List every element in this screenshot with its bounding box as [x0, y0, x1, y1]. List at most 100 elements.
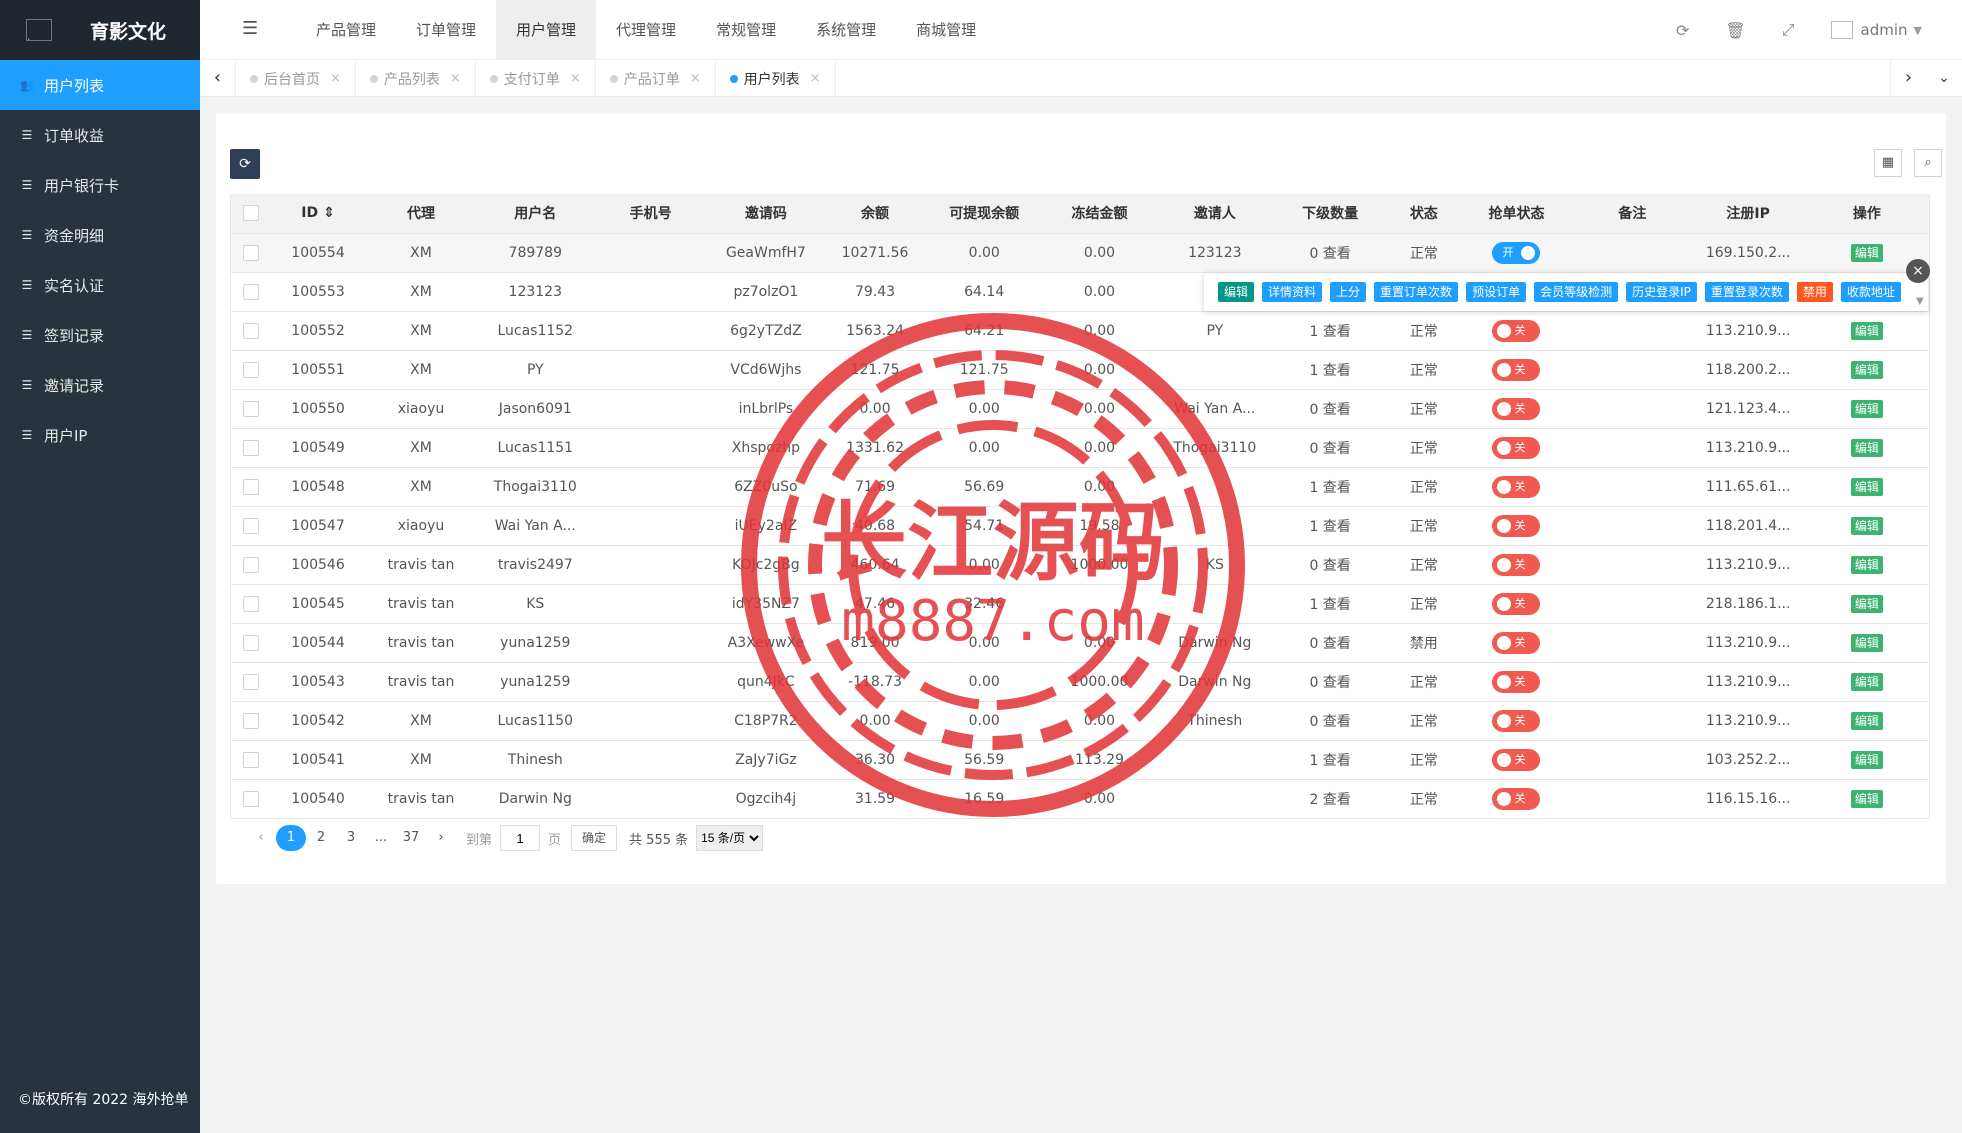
grab-toggle[interactable]: 关 — [1492, 709, 1541, 732]
edit-button[interactable]: 编辑 — [1850, 399, 1883, 418]
edit-button[interactable]: 编辑 — [1850, 555, 1883, 574]
prev-page-icon[interactable]: ‹ — [246, 825, 276, 851]
grab-toggle[interactable]: 关 — [1492, 514, 1541, 537]
popover-action-button[interactable]: 预设订单 — [1466, 282, 1527, 302]
page-number[interactable]: 1 — [276, 825, 306, 851]
top-nav-item-6[interactable]: 商城管理 — [896, 0, 996, 60]
sidebar-item-5[interactable]: ☰ 签到记录 — [0, 310, 200, 360]
sort-icon[interactable]: ⇕ — [318, 205, 335, 221]
admin-username[interactable]: admin — [1861, 21, 1908, 39]
row-checkbox[interactable] — [243, 751, 260, 768]
edit-button[interactable]: 编辑 — [1850, 789, 1883, 808]
page-number[interactable]: 37 — [396, 825, 426, 851]
cell-value[interactable]: 1 查看 — [1309, 519, 1350, 535]
popover-action-button[interactable]: 重置登录次数 — [1704, 282, 1789, 302]
cell-value[interactable]: 0 查看 — [1309, 675, 1350, 691]
columns-filter-icon[interactable]: ▦ — [1874, 149, 1902, 177]
cell-value[interactable]: 1 查看 — [1309, 480, 1350, 496]
cell-value[interactable]: 0 查看 — [1309, 558, 1350, 574]
grab-toggle[interactable]: 关 — [1492, 592, 1541, 615]
tab-2[interactable]: 支付订单 × — [476, 60, 596, 97]
cell-value[interactable]: 1 查看 — [1309, 324, 1350, 340]
table-refresh-button[interactable]: ⟳ — [230, 149, 260, 179]
row-checkbox[interactable] — [243, 712, 260, 729]
row-checkbox[interactable] — [243, 400, 260, 417]
popover-action-button[interactable]: 重置订单次数 — [1374, 282, 1459, 302]
tabs-prev-icon[interactable]: ‹ — [200, 60, 236, 96]
popover-action-button[interactable]: 编辑 — [1218, 282, 1255, 302]
close-tab-icon[interactable]: × — [330, 71, 341, 86]
grab-toggle[interactable]: 关 — [1492, 397, 1541, 420]
tabs-next-icon[interactable]: › — [1890, 60, 1926, 96]
row-checkbox[interactable] — [243, 517, 260, 534]
row-checkbox[interactable] — [243, 595, 260, 612]
grab-toggle[interactable]: 关 — [1492, 670, 1541, 693]
grab-toggle[interactable]: 关 — [1492, 787, 1541, 810]
next-page-icon[interactable]: › — [426, 825, 456, 851]
tab-0[interactable]: 后台首页 × — [236, 60, 356, 97]
row-checkbox[interactable] — [243, 361, 260, 378]
row-checkbox[interactable] — [243, 283, 260, 300]
close-tab-icon[interactable]: × — [570, 71, 581, 86]
edit-button[interactable]: 编辑 — [1850, 243, 1883, 262]
grab-toggle[interactable]: 关 — [1492, 631, 1541, 654]
cell-value[interactable]: 1 查看 — [1309, 753, 1350, 769]
cell-value[interactable]: 0 查看 — [1309, 441, 1350, 457]
trash-icon[interactable]: 🗑 — [1725, 21, 1745, 40]
sidebar-item-0[interactable]: 👥 用户列表 — [0, 60, 200, 110]
edit-button[interactable]: 编辑 — [1850, 594, 1883, 613]
row-checkbox[interactable] — [243, 244, 260, 261]
popover-action-button[interactable]: 上分 — [1330, 282, 1367, 302]
edit-button[interactable]: 编辑 — [1850, 360, 1883, 379]
row-checkbox[interactable] — [243, 439, 260, 456]
chevron-down-icon[interactable]: ▼ — [1914, 24, 1922, 37]
scroll-down-icon[interactable]: ▼ — [1916, 296, 1924, 307]
cell-value[interactable]: 0 查看 — [1309, 246, 1350, 262]
edit-button[interactable]: 编辑 — [1850, 321, 1883, 340]
grab-toggle[interactable]: 关 — [1492, 319, 1541, 342]
grab-toggle[interactable]: 关 — [1492, 553, 1541, 576]
per-page-select[interactable]: 15 条/页 — [696, 825, 764, 851]
row-checkbox[interactable] — [243, 790, 260, 807]
cell-value[interactable]: 0 查看 — [1309, 402, 1350, 418]
cell-value[interactable]: 1 查看 — [1309, 363, 1350, 379]
edit-button[interactable]: 编辑 — [1850, 750, 1883, 769]
popover-action-button[interactable]: 详情资料 — [1262, 282, 1323, 302]
top-nav-item-4[interactable]: 常规管理 — [696, 0, 796, 60]
row-checkbox[interactable] — [243, 478, 260, 495]
sidebar-item-3[interactable]: ☰ 资金明细 — [0, 210, 200, 260]
popover-action-button[interactable]: 禁用 — [1796, 282, 1833, 302]
avatar[interactable] — [1830, 21, 1853, 39]
sidebar-item-6[interactable]: ☰ 邀请记录 — [0, 360, 200, 410]
edit-button[interactable]: 编辑 — [1850, 438, 1883, 457]
top-nav-item-5[interactable]: 系统管理 — [796, 0, 896, 60]
edit-button[interactable]: 编辑 — [1850, 633, 1883, 652]
edit-button[interactable]: 编辑 — [1850, 516, 1883, 535]
top-nav-item-3[interactable]: 代理管理 — [596, 0, 696, 60]
refresh-icon[interactable]: ⟳ — [1676, 21, 1689, 40]
grab-toggle[interactable]: 关 — [1492, 475, 1541, 498]
fullscreen-icon[interactable]: ⤢ — [1782, 20, 1795, 40]
row-checkbox[interactable] — [243, 673, 260, 690]
cell-value[interactable]: 0 查看 — [1309, 636, 1350, 652]
tabs-menu-icon[interactable]: ⌄ — [1926, 60, 1962, 96]
close-tab-icon[interactable]: × — [690, 71, 701, 86]
page-number[interactable]: 2 — [306, 825, 336, 851]
edit-button[interactable]: 编辑 — [1850, 477, 1883, 496]
goto-confirm-button[interactable]: 确定 — [571, 825, 618, 851]
close-icon[interactable]: × — [1906, 259, 1930, 283]
row-checkbox[interactable] — [243, 556, 260, 573]
menu-toggle-icon[interactable]: ☰ — [242, 18, 258, 39]
close-tab-icon[interactable]: × — [810, 71, 821, 86]
cell-value[interactable]: 0 查看 — [1309, 714, 1350, 730]
tab-3[interactable]: 产品订单 × — [596, 60, 716, 97]
row-checkbox[interactable] — [243, 634, 260, 651]
top-nav-item-2[interactable]: 用户管理 — [496, 0, 597, 60]
top-nav-item-1[interactable]: 订单管理 — [396, 0, 496, 60]
grab-toggle[interactable]: 开 — [1492, 241, 1541, 264]
popover-action-button[interactable]: 历史登录IP — [1626, 282, 1697, 302]
sidebar-item-7[interactable]: ☰ 用户IP — [0, 410, 200, 460]
sidebar-item-2[interactable]: ☰ 用户银行卡 — [0, 160, 200, 210]
row-checkbox[interactable] — [243, 322, 260, 339]
search-icon[interactable]: ⌕ — [1914, 149, 1942, 177]
